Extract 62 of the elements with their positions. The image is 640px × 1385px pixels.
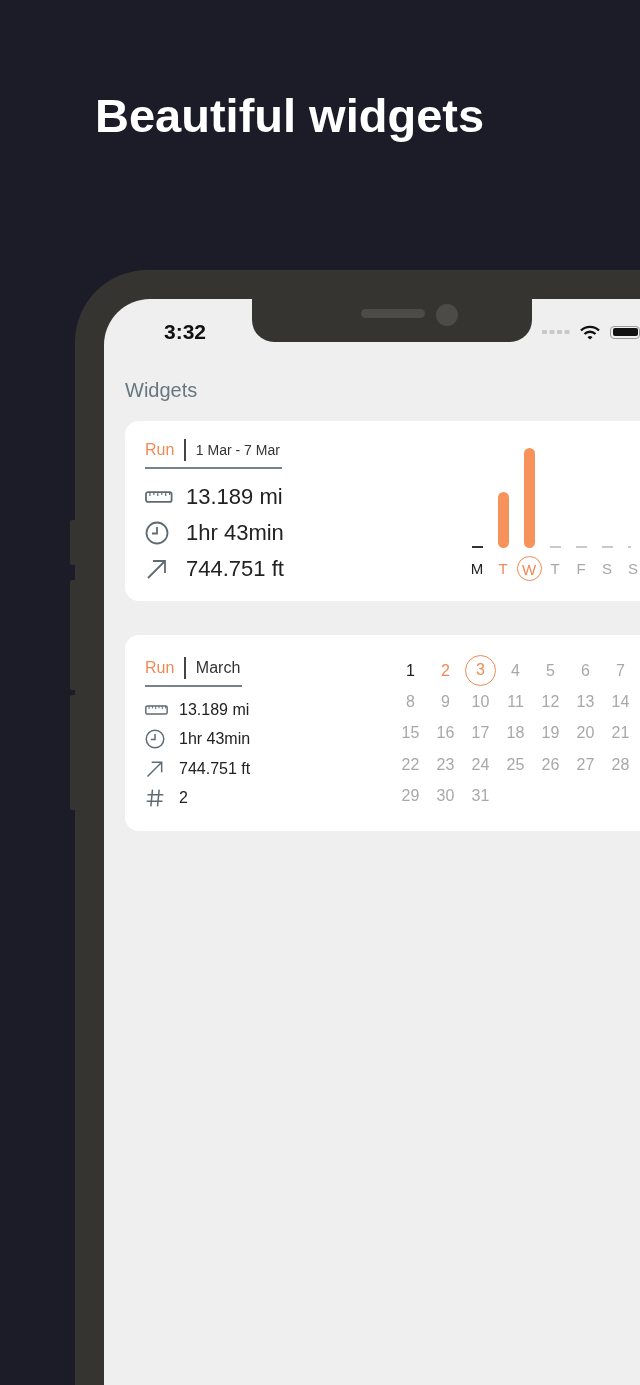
activity-label: Run xyxy=(145,659,175,677)
ruler-icon xyxy=(145,491,173,503)
weekday-label: T xyxy=(497,559,509,579)
clock-icon xyxy=(145,729,165,750)
calendar-day: 27 xyxy=(570,748,601,780)
calendar-day: 26 xyxy=(535,748,566,780)
ruler-icon xyxy=(145,704,168,715)
calendar-day: 16 xyxy=(430,717,461,749)
wifi-icon xyxy=(580,324,600,340)
calendar-day: 22 xyxy=(395,748,426,780)
calendar-day: 11 xyxy=(500,686,531,718)
calendar-day: 28 xyxy=(605,748,636,780)
arrow-icon xyxy=(145,557,169,581)
weekday-label: S xyxy=(627,559,639,579)
activity-label: Run xyxy=(145,441,175,459)
screen-title: Widgets xyxy=(125,378,199,403)
status-time: 3:32 xyxy=(164,320,207,344)
stat-value: 13.189 mi xyxy=(179,700,250,719)
headline: Beautiful widgets xyxy=(94,88,486,144)
calendar-day: 21 xyxy=(605,717,636,749)
calendar-day: 24 xyxy=(465,748,496,780)
camera-dot xyxy=(436,304,458,326)
weekday-label: T xyxy=(549,559,561,579)
calendar-day: 2 xyxy=(430,655,461,687)
stat-value: 744.751 ft xyxy=(186,556,284,582)
calendar-day: 17 xyxy=(465,717,496,749)
calendar-day: 10 xyxy=(465,686,496,718)
signal-icon xyxy=(542,329,570,335)
calendar-day: 4 xyxy=(500,655,531,687)
calendar-day: 1 xyxy=(395,655,426,687)
calendar-day: 7 xyxy=(605,655,636,687)
calendar-day: 18 xyxy=(500,717,531,749)
stat-value: 744.751 ft xyxy=(179,759,251,778)
weekday-label: F xyxy=(575,559,587,579)
calendar-day: 20 xyxy=(570,717,601,749)
calendar-day: 23 xyxy=(430,748,461,780)
stat-value: 13.189 mi xyxy=(186,484,283,510)
battery-icon xyxy=(610,325,640,339)
calendar-day: 14 xyxy=(605,686,636,718)
weekday-label: S xyxy=(601,559,613,579)
weekly-widget-card[interactable]: Run 1 Mar - 7 Mar 13.189 mi 1hr 43min 744.751 ft M T W T F S S xyxy=(125,421,640,601)
calendar-day: 6 xyxy=(570,655,601,687)
stat-value: 2 xyxy=(179,789,188,808)
calendar-day: 13 xyxy=(570,686,601,718)
period-label: 1 Mar - 7 Mar xyxy=(195,442,280,458)
calendar-day: 9 xyxy=(430,686,461,718)
calendar-day: 8 xyxy=(395,686,426,718)
monthly-widget-card[interactable]: Run March 13.189 mi 1hr 43min 744.751 ft 2 1 2 3 4 5 6 7 8 9 10 11 12 13 14 15 16 17 18 19 20 21 22 23 24 25 26 27 28 29 30 31 xyxy=(125,635,640,831)
calendar-day: 19 xyxy=(535,717,566,749)
calendar-day: 31 xyxy=(465,779,496,811)
clock-icon xyxy=(145,521,169,545)
hash-icon xyxy=(145,788,165,809)
stat-value: 1hr 43min xyxy=(179,730,251,749)
weekday-label: M xyxy=(469,559,485,579)
period-label: March xyxy=(195,659,241,677)
calendar-day: 15 xyxy=(395,717,426,749)
calendar-day: 30 xyxy=(430,779,461,811)
calendar-day: 12 xyxy=(535,686,566,718)
calendar-day: 29 xyxy=(395,779,426,811)
stat-value: 1hr 43min xyxy=(186,520,284,546)
calendar-day: 5 xyxy=(535,655,566,687)
calendar-day: 25 xyxy=(500,748,531,780)
